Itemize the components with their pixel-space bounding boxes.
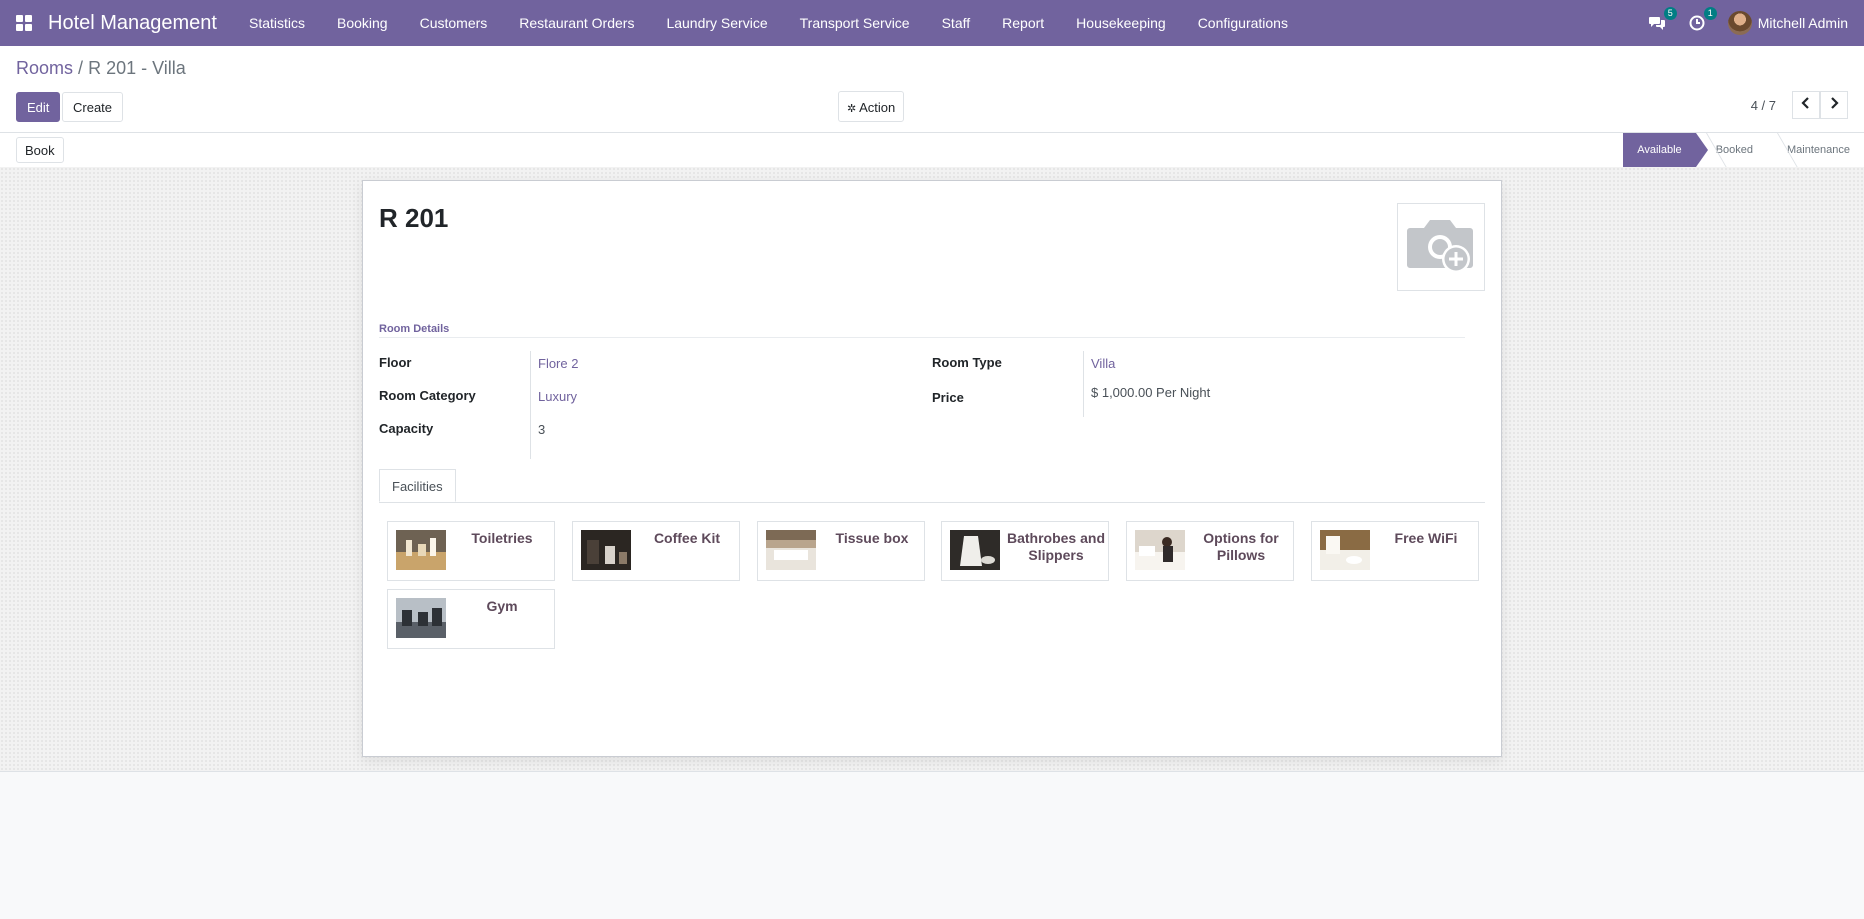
action-button[interactable]: ✲ Action — [838, 91, 905, 122]
breadcrumb-rooms[interactable]: Rooms — [16, 58, 73, 78]
avatar[interactable] — [1727, 11, 1752, 35]
chevron-left-icon — [1801, 96, 1811, 114]
facility-name: Free WiFi — [1394, 530, 1458, 546]
facility-card-gym[interactable]: Gym — [387, 589, 555, 649]
room-category-label: Room Category — [379, 388, 476, 403]
facility-card-tissue-box[interactable]: Tissue box — [757, 521, 925, 581]
app-brand[interactable]: Hotel Management — [48, 12, 217, 35]
room-type-label: Room Type — [932, 355, 1002, 370]
form-sheet: R 201 Room Details Floor Flore 2 Room Ca… — [362, 180, 1502, 757]
gym-thumbnail — [396, 598, 446, 638]
room-type-field[interactable]: Villa — [1091, 356, 1115, 371]
breadcrumb-current: R 201 - Villa — [88, 58, 186, 78]
gear-icon: ✲ — [847, 103, 857, 115]
form-statusbar: Book Available Booked Maintenance — [0, 133, 1864, 168]
record-title[interactable]: R 201 — [379, 203, 448, 234]
messages-badge: 5 — [1663, 7, 1677, 20]
pager-value[interactable]: 4 / 7 — [1751, 98, 1776, 113]
room-image-upload[interactable] — [1397, 203, 1485, 291]
capacity-label: Capacity — [379, 421, 434, 436]
room-category-field[interactable]: Luxury — [538, 389, 577, 404]
price-label: Price — [932, 390, 964, 405]
menu-item-staff[interactable]: Staff — [926, 0, 987, 46]
menu-item-transport-service[interactable]: Transport Service — [784, 0, 926, 46]
apps-grid-icon[interactable] — [16, 15, 32, 31]
pager-next-button[interactable] — [1820, 91, 1848, 119]
form-background: R 201 Room Details Floor Flore 2 Room Ca… — [0, 167, 1864, 772]
facility-name: Coffee Kit — [653, 530, 721, 546]
facility-name: Bathrobes and Slippers — [1006, 530, 1105, 563]
activities-badge: 1 — [1703, 7, 1717, 20]
stage-available[interactable]: Available — [1623, 133, 1709, 167]
facility-name: Toiletries — [471, 530, 533, 546]
facility-name: Options for Pillows — [1203, 530, 1279, 563]
coffee-kit-thumbnail — [581, 530, 631, 570]
control-panel: Rooms / R 201 - Villa Edit Create ✲ Acti… — [0, 46, 1864, 133]
menu-item-configurations[interactable]: Configurations — [1182, 0, 1304, 46]
status-stages: Available Booked Maintenance — [1623, 133, 1864, 167]
menu-item-report[interactable]: Report — [986, 0, 1060, 46]
breadcrumb-separator: / — [78, 58, 84, 78]
floor-label: Floor — [379, 355, 412, 370]
pager-previous-button[interactable] — [1792, 91, 1820, 119]
edit-button[interactable]: Edit — [16, 92, 61, 122]
chevron-right-icon — [1829, 96, 1839, 114]
facility-card-pillows[interactable]: Options for Pillows — [1126, 521, 1294, 581]
menu-item-laundry-service[interactable]: Laundry Service — [650, 0, 783, 46]
facility-card-toiletries[interactable]: Toiletries — [387, 521, 555, 581]
facility-name: Tissue box — [835, 530, 909, 546]
stage-maintenance[interactable]: Maintenance — [1767, 133, 1864, 167]
price-field[interactable]: $ 1,000.00 Per Night — [1091, 385, 1210, 400]
facility-card-free-wifi[interactable]: Free WiFi — [1311, 521, 1479, 581]
floor-field[interactable]: Flore 2 — [538, 356, 578, 371]
capacity-field[interactable]: 3 — [538, 422, 545, 437]
tissue-box-thumbnail — [766, 530, 816, 570]
menu-item-restaurant-orders[interactable]: Restaurant Orders — [503, 0, 650, 46]
free-wifi-thumbnail — [1320, 530, 1370, 570]
notebook-tabs: Facilities — [379, 469, 1485, 503]
room-details-section-title: Room Details — [379, 323, 1465, 338]
chat-icon[interactable]: 5 — [1648, 7, 1677, 32]
top-navbar: Hotel Management Statistics Booking Cust… — [0, 0, 1864, 46]
menu-item-customers[interactable]: Customers — [404, 0, 504, 46]
tab-facilities[interactable]: Facilities — [379, 469, 456, 502]
user-menu[interactable]: Mitchell Admin — [1758, 15, 1848, 31]
right-group-divider — [1083, 351, 1084, 417]
left-group-divider — [530, 351, 531, 459]
facility-card-coffee-kit[interactable]: Coffee Kit — [572, 521, 740, 581]
clock-icon[interactable]: 1 — [1688, 7, 1717, 32]
menu-item-statistics[interactable]: Statistics — [233, 0, 321, 46]
main-menu: Statistics Booking Customers Restaurant … — [233, 0, 1304, 46]
navbar-systray: 5 1 Mitchell Admin — [1648, 0, 1864, 46]
toiletries-thumbnail — [396, 530, 446, 570]
menu-item-booking[interactable]: Booking — [321, 0, 404, 46]
create-button[interactable]: Create — [62, 92, 124, 122]
facility-card-bathrobes[interactable]: Bathrobes and Slippers — [941, 521, 1109, 581]
action-button-label: Action — [859, 100, 896, 115]
breadcrumb: Rooms / R 201 - Villa — [16, 58, 186, 79]
camera-plus-icon — [1406, 214, 1476, 281]
book-button[interactable]: Book — [16, 137, 64, 163]
menu-item-housekeeping[interactable]: Housekeeping — [1060, 0, 1182, 46]
pillows-thumbnail — [1135, 530, 1185, 570]
facility-name: Gym — [486, 598, 518, 614]
bathrobes-thumbnail — [950, 530, 1000, 570]
